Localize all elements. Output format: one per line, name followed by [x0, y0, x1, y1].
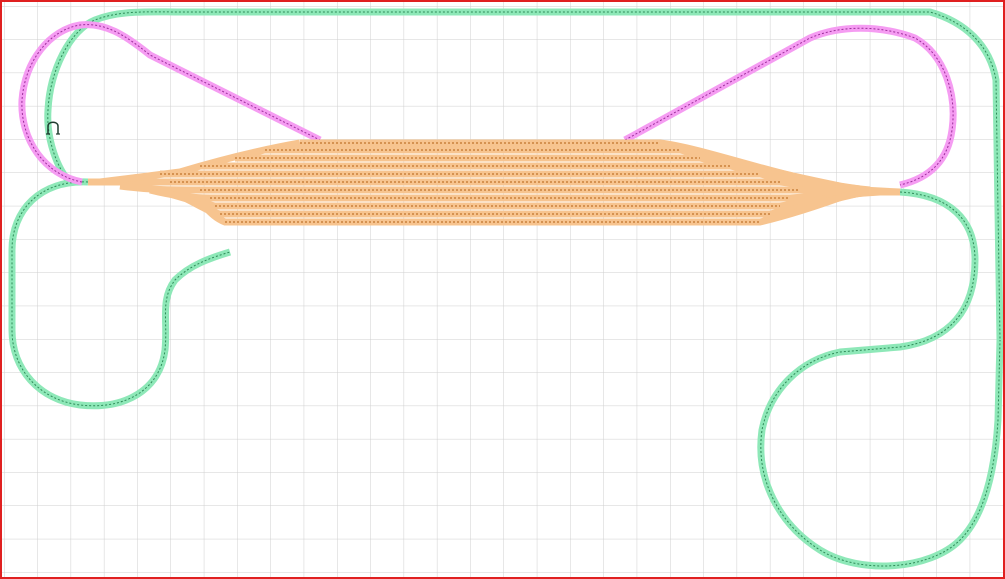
grid-background: [2, 2, 1003, 577]
track-plan-canvas: [0, 0, 1005, 579]
